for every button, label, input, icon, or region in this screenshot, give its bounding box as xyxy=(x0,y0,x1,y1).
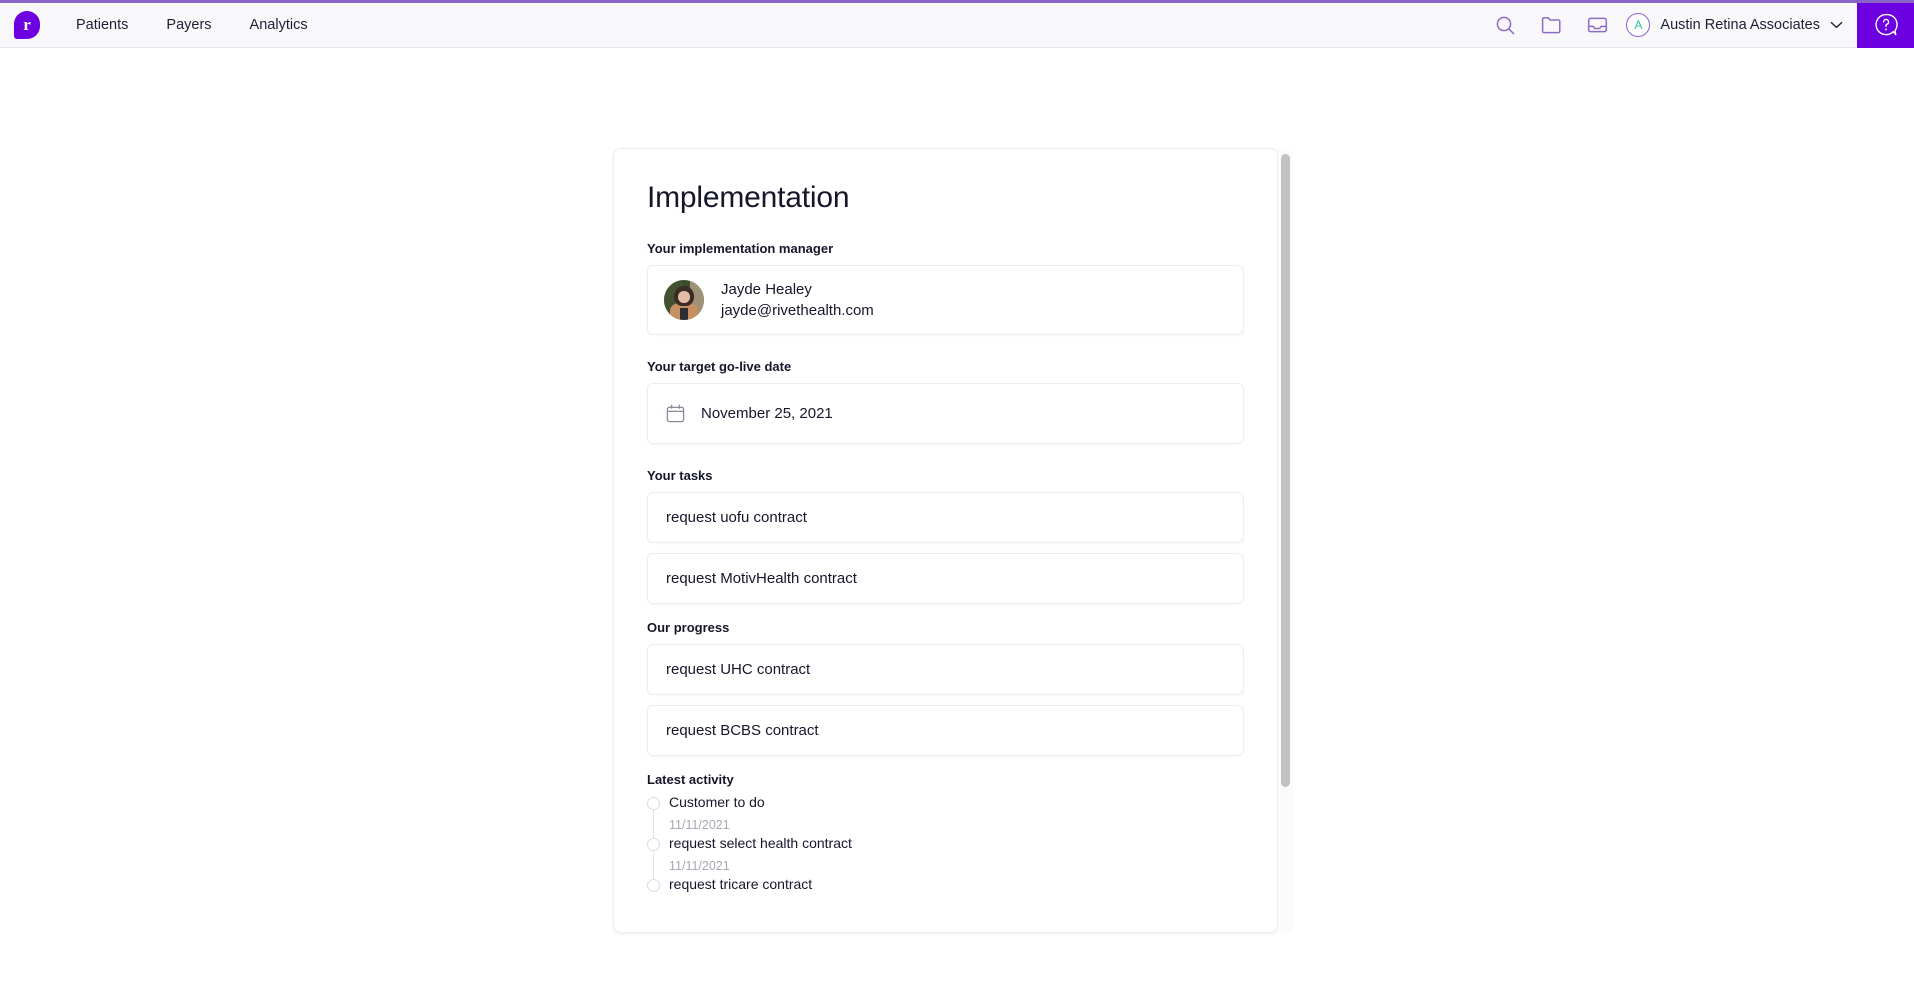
nav-link-payers[interactable]: Payers xyxy=(166,17,211,33)
activity-date: 11/11/2021 xyxy=(669,817,730,832)
folder-icon[interactable] xyxy=(1528,3,1574,48)
card-scrollbar-track[interactable] xyxy=(1278,148,1293,933)
nav-link-analytics[interactable]: Analytics xyxy=(250,17,308,33)
nav-right-group: A Austin Retina Associates xyxy=(1482,2,1914,48)
top-navigation-bar: r Patients Payers Analytics A Austin Ret… xyxy=(0,2,1914,48)
manager-photo-avatar xyxy=(664,280,704,320)
timeline-dot-icon xyxy=(647,879,660,893)
activity-item[interactable]: request tricare contract xyxy=(647,875,1244,914)
calendar-icon xyxy=(666,404,685,423)
card-scrollbar-thumb[interactable] xyxy=(1281,154,1290,787)
rivet-logo-letter: r xyxy=(23,14,31,34)
implementation-card: Implementation Your implementation manag… xyxy=(613,148,1278,933)
avatar-initial-letter: A xyxy=(1634,18,1643,32)
account-name: Austin Retina Associates xyxy=(1660,17,1820,33)
inbox-icon[interactable] xyxy=(1574,3,1620,48)
manager-name: Jayde Healey xyxy=(721,281,812,298)
progress-item[interactable]: request UHC contract xyxy=(647,644,1244,695)
your-tasks-label: Your tasks xyxy=(647,468,713,483)
nav-links: Patients Payers Analytics xyxy=(76,17,308,33)
activity-title: request tricare contract xyxy=(669,876,813,893)
manager-email: jayde@rivethealth.com xyxy=(721,302,874,319)
account-menu[interactable]: A Austin Retina Associates xyxy=(1626,13,1843,37)
go-live-date-label: Your target go-live date xyxy=(647,359,792,374)
implementation-manager-label: Your implementation manager xyxy=(647,241,834,256)
rivet-logo-icon[interactable]: r xyxy=(14,11,40,39)
activity-title: request select health contract xyxy=(669,835,852,852)
task-item[interactable]: request uofu contract xyxy=(647,492,1244,543)
latest-activity-label: Latest activity xyxy=(647,772,734,787)
chevron-down-icon[interactable] xyxy=(1830,21,1843,29)
activity-item[interactable]: Customer to do 11/11/2021 xyxy=(647,793,1244,851)
our-progress-label: Our progress xyxy=(647,620,730,635)
timeline-dot-icon xyxy=(647,838,660,852)
page-title: Implementation xyxy=(647,181,850,214)
help-question-bubble-icon xyxy=(1874,13,1898,36)
implementation-manager-panel[interactable]: Jayde Healey jayde@rivethealth.com xyxy=(647,265,1244,335)
help-button[interactable] xyxy=(1857,2,1914,48)
search-icon[interactable] xyxy=(1482,3,1528,48)
nav-link-patients[interactable]: Patients xyxy=(76,17,128,33)
our-progress-list: request UHC contract request BCBS contra… xyxy=(647,644,1244,756)
activity-item[interactable]: request select health contract 11/11/202… xyxy=(647,834,1244,892)
task-item[interactable]: request MotivHealth contract xyxy=(647,553,1244,604)
timeline-dot-icon xyxy=(647,797,660,810)
latest-activity-timeline: Customer to do 11/11/2021 request select… xyxy=(647,793,1244,914)
your-tasks-list: request uofu contract request MotivHealt… xyxy=(647,492,1244,604)
activity-date: 11/11/2021 xyxy=(669,858,730,873)
go-live-date-value: November 25, 2021 xyxy=(701,405,833,422)
go-live-date-field[interactable]: November 25, 2021 xyxy=(647,383,1244,444)
activity-title: Customer to do xyxy=(669,794,765,810)
progress-item[interactable]: request BCBS contract xyxy=(647,705,1244,756)
avatar: A xyxy=(1626,13,1651,37)
